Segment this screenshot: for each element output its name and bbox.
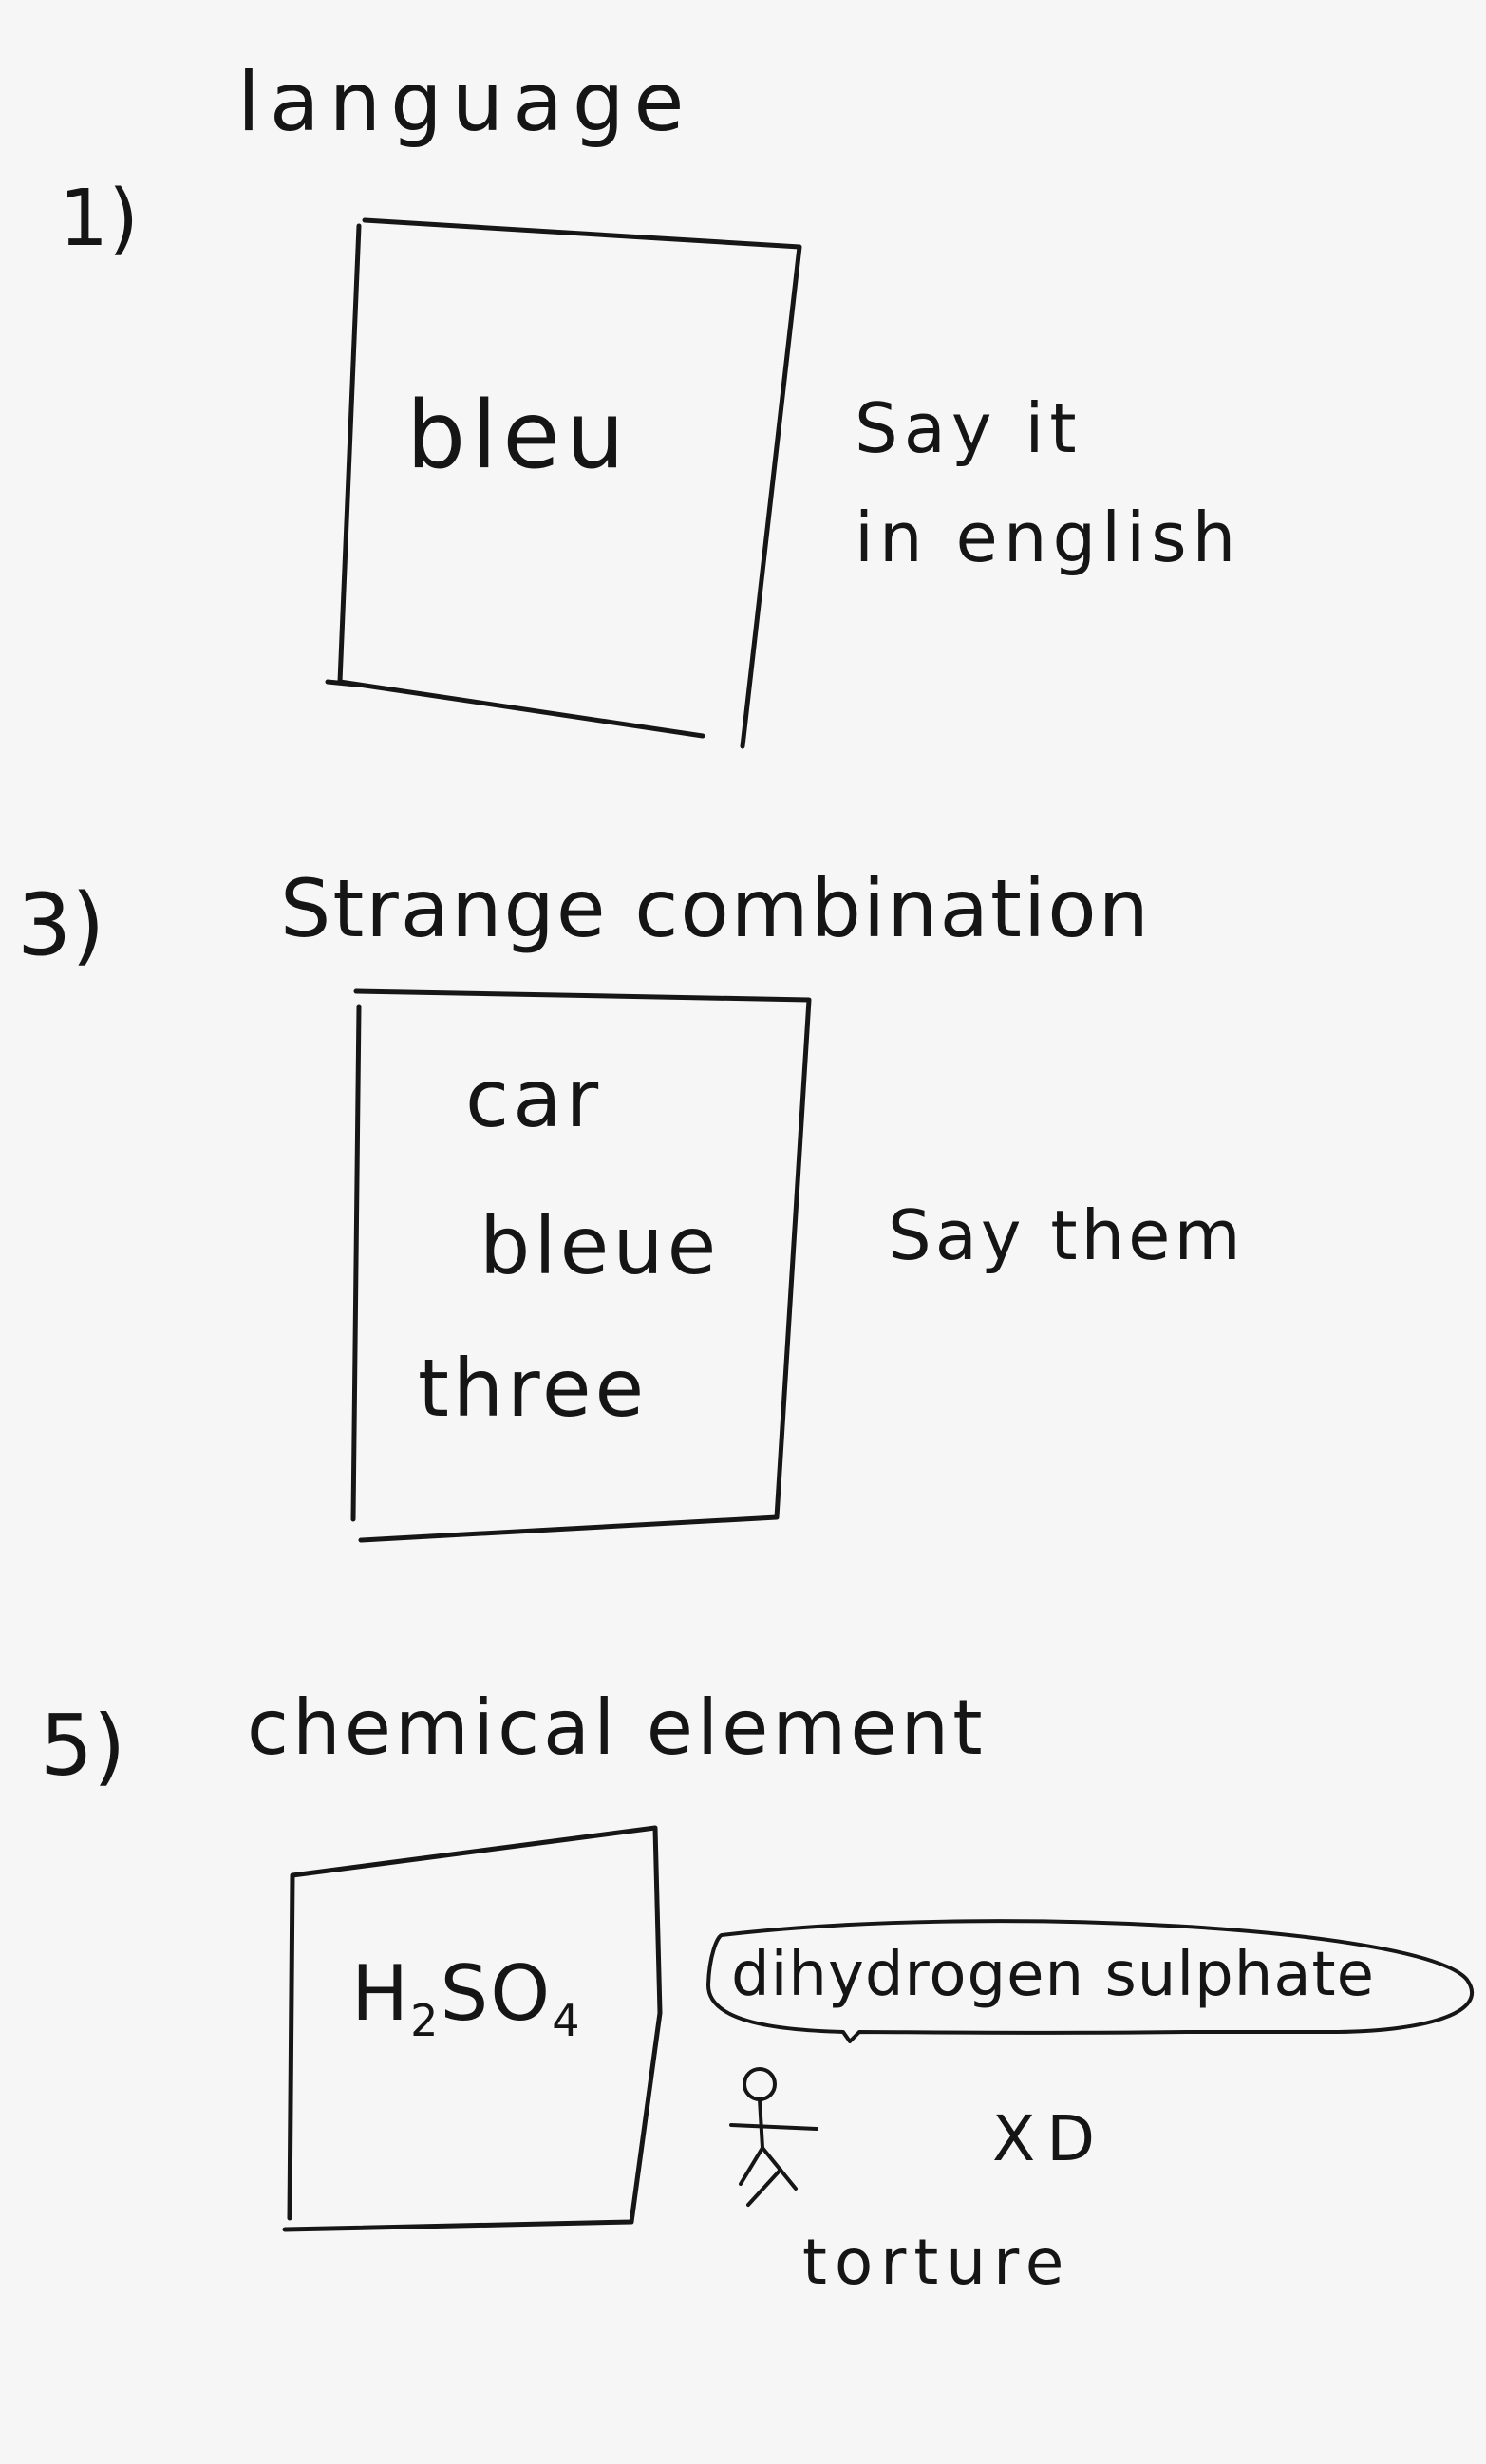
- note-line: Say them: [888, 1195, 1245, 1275]
- section-title: language: [237, 55, 694, 150]
- speech-bubble-text: dihydrogen sulphate: [731, 1940, 1375, 2010]
- note-line: in english: [855, 498, 1242, 577]
- section-title: Strange combination: [280, 862, 1151, 955]
- section-number: 3): [17, 875, 105, 975]
- formula-subscript: 2: [410, 1995, 441, 2046]
- paper-sheet: 1) language bleu Say it in english 3) St…: [0, 0, 1486, 2464]
- card-word: car: [465, 1052, 603, 1145]
- note-line: Say it: [855, 388, 1082, 468]
- stick-figure-icon: [729, 2067, 818, 2207]
- section-number: 1): [59, 174, 140, 264]
- ink-drawings: [282, 217, 1475, 2232]
- card-word: three: [418, 1342, 649, 1435]
- formula-subscript-2: 4: [552, 1995, 582, 2046]
- card-word: bleue: [480, 1199, 721, 1292]
- card-word: bleu: [406, 382, 630, 490]
- formula-hydrogen: H: [351, 1949, 411, 2038]
- formula-sulfate: SO: [440, 1949, 553, 2038]
- section-title: chemical element: [247, 1683, 987, 1772]
- chemical-formula: H2SO4: [351, 1956, 581, 2043]
- section-number: 5): [40, 1697, 126, 1795]
- face-text: XD: [992, 2102, 1107, 2175]
- caption-text: torture: [802, 2226, 1072, 2299]
